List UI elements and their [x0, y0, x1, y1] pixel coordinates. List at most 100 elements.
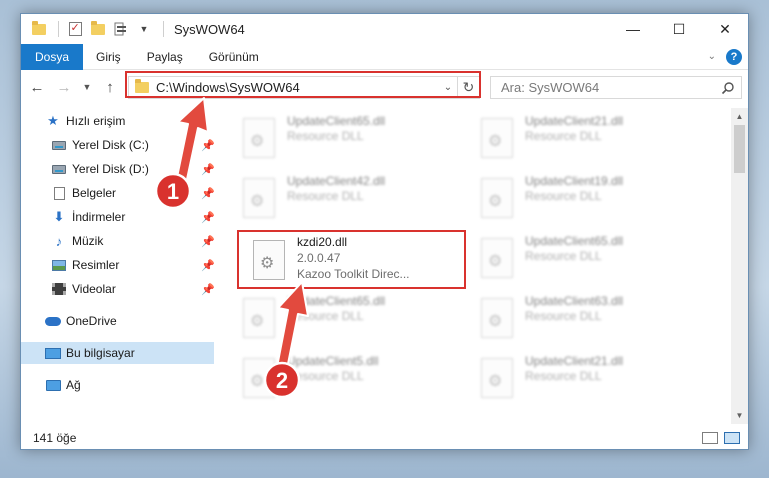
rename-icon[interactable]: [111, 19, 131, 39]
search-input[interactable]: [501, 80, 711, 95]
dll-file-icon: [481, 238, 513, 278]
expand-ribbon-chevron-icon[interactable]: ⌄: [708, 51, 716, 62]
back-arrow-icon[interactable]: ←: [26, 76, 48, 98]
properties-icon[interactable]: [65, 19, 85, 39]
tab-share[interactable]: Paylaş: [134, 44, 196, 70]
pin-icon[interactable]: 📌: [201, 259, 215, 272]
network-icon: [45, 378, 61, 392]
toolbar-divider: [58, 21, 59, 37]
file-name: UpdateClient65.dll: [287, 294, 386, 308]
sidebar-item-music[interactable]: ♪ Müzik 📌: [21, 230, 215, 252]
sidebar-item-videos[interactable]: Videolar 📌: [21, 278, 215, 300]
file-tile[interactable]: UpdateClient19.dllResource DLL: [471, 168, 701, 228]
file-type: Resource DLL: [525, 129, 602, 143]
refresh-icon[interactable]: ↻: [457, 77, 479, 98]
star-icon: ★: [47, 113, 59, 128]
file-type: Resource DLL: [287, 129, 364, 143]
sidebar-item-pictures[interactable]: Resimler 📌: [21, 254, 215, 276]
recent-locations-chevron-icon[interactable]: ▼: [80, 76, 94, 98]
sidebar-item-label: Belgeler: [72, 186, 117, 200]
dll-file-icon: [481, 298, 513, 338]
pin-icon[interactable]: 📌: [201, 139, 215, 152]
file-name: UpdateClient19.dll: [525, 174, 624, 188]
pin-icon[interactable]: 📌: [201, 235, 215, 248]
sidebar-item-local-disk-c[interactable]: Yerel Disk (C:) 📌: [21, 134, 215, 156]
file-tile[interactable]: UpdateClient21.dllResource DLL: [471, 348, 701, 408]
dll-file-icon: [243, 178, 275, 218]
tab-file[interactable]: Dosya: [21, 43, 84, 70]
file-tile[interactable]: UpdateClient65.dllResource DLL: [233, 108, 463, 168]
file-type: Resource DLL: [525, 309, 602, 323]
file-tile-kzdi20[interactable]: kzdi20.dll 2.0.0.47 Kazoo Toolkit Direc.…: [253, 230, 463, 290]
download-icon: ⬇: [53, 209, 65, 224]
ribbon-tabs: Dosya Giriş Paylaş Görünüm ⌄ ?: [21, 43, 748, 70]
file-view: UpdateClient65.dllResource DLL UpdateCli…: [233, 108, 731, 424]
file-tile[interactable]: UpdateClient42.dllResource DLL: [233, 168, 463, 228]
file-type: Resource DLL: [287, 369, 364, 383]
sidebar-item-quick-access[interactable]: ★ Hızlı erişim: [21, 110, 214, 132]
tiles-view-icon[interactable]: [724, 432, 740, 444]
ribbon-right-controls: ⌄ ?: [708, 48, 748, 65]
pin-icon[interactable]: 📌: [201, 283, 215, 296]
pin-icon[interactable]: 📌: [201, 187, 215, 200]
pin-icon[interactable]: 📌: [201, 163, 215, 176]
vertical-scrollbar[interactable]: ▲ ▼: [731, 108, 748, 424]
file-tile[interactable]: UpdateClient63.dllResource DLL: [471, 288, 701, 348]
customize-toolbar-chevron-icon[interactable]: ▼: [134, 19, 154, 39]
forward-arrow-icon[interactable]: →: [53, 76, 75, 98]
close-button[interactable]: ✕: [702, 14, 748, 44]
sidebar-item-label: Müzik: [72, 234, 104, 248]
details-view-icon[interactable]: [702, 432, 718, 444]
scroll-up-arrow-icon[interactable]: ▲: [731, 108, 748, 125]
scrollbar-thumb[interactable]: [734, 125, 745, 173]
sidebar-item-label: Yerel Disk (C:): [72, 138, 149, 152]
navigation-bar: ← → ▼ ↑ C:\Windows\SysWOW64 ⌄ ↻: [21, 70, 748, 104]
title-bar: ▼ SysWOW64 — ☐ ✕: [21, 14, 748, 44]
search-box[interactable]: [490, 76, 742, 99]
file-name: UpdateClient21.dll: [525, 354, 624, 368]
file-tile[interactable]: UpdateClient65.dllResource DLL: [471, 228, 701, 288]
sidebar-item-label: Videolar: [72, 282, 116, 296]
quick-access-toolbar: ▼: [21, 19, 170, 39]
file-type: Resource DLL: [525, 249, 602, 263]
folder-icon[interactable]: [29, 19, 49, 39]
up-arrow-icon[interactable]: ↑: [99, 76, 121, 98]
sidebar-item-label: İndirmeler: [72, 210, 126, 224]
minimize-button[interactable]: —: [610, 14, 656, 44]
address-bar[interactable]: C:\Windows\SysWOW64 ⌄ ↻: [128, 76, 480, 99]
tab-home[interactable]: Giriş: [83, 44, 134, 70]
sidebar-item-onedrive[interactable]: OneDrive: [21, 310, 214, 332]
sidebar-item-local-disk-d[interactable]: Yerel Disk (D:) 📌: [21, 158, 215, 180]
status-bar: 141 öğe: [21, 426, 748, 450]
new-folder-icon[interactable]: [88, 19, 108, 39]
explorer-window: ▼ SysWOW64 — ☐ ✕ Dosya Giriş Paylaş Görü…: [20, 13, 749, 450]
sidebar-item-downloads[interactable]: ⬇ İndirmeler 📌: [21, 206, 215, 228]
sidebar-item-this-pc[interactable]: Bu bilgisayar: [21, 342, 214, 364]
address-dropdown-chevron-icon[interactable]: ⌄: [439, 82, 457, 93]
sidebar-item-documents[interactable]: Belgeler 📌: [21, 182, 215, 204]
address-path[interactable]: C:\Windows\SysWOW64: [156, 80, 439, 95]
tab-view[interactable]: Görünüm: [196, 44, 272, 70]
file-name: UpdateClient5.dll: [287, 354, 379, 368]
dll-file-icon: [481, 178, 513, 218]
pin-icon[interactable]: 📌: [201, 211, 215, 224]
scroll-down-arrow-icon[interactable]: ▼: [731, 407, 748, 424]
file-name: UpdateClient21.dll: [525, 114, 624, 128]
pictures-icon: [51, 258, 67, 272]
maximize-button[interactable]: ☐: [656, 14, 702, 44]
view-switcher: [702, 432, 748, 444]
help-icon[interactable]: ?: [726, 48, 742, 65]
file-name: UpdateClient65.dll: [287, 114, 386, 128]
sidebar-item-label: Resimler: [72, 258, 120, 272]
dll-file-icon: [243, 298, 275, 338]
file-tile[interactable]: UpdateClient21.dllResource DLL: [471, 108, 701, 168]
file-tile[interactable]: UpdateClient5.dllResource DLL: [233, 348, 463, 408]
file-name: UpdateClient42.dll: [287, 174, 386, 188]
sidebar-item-network[interactable]: Ağ: [21, 374, 214, 396]
search-icon[interactable]: [721, 81, 735, 95]
onedrive-icon: [45, 314, 61, 328]
videos-icon: [51, 282, 67, 296]
dll-file-icon: [243, 118, 275, 158]
file-name: UpdateClient65.dll: [525, 234, 624, 248]
file-tile[interactable]: UpdateClient65.dllResource DLL: [233, 288, 463, 348]
